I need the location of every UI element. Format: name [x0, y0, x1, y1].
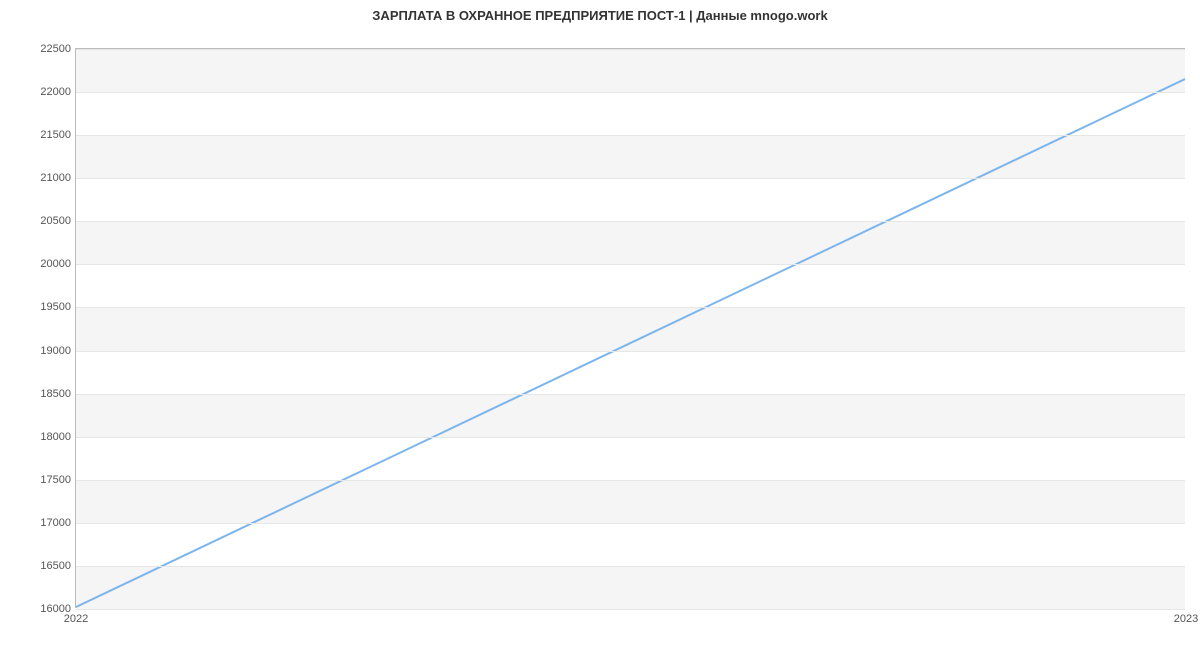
grid-line: [76, 480, 1185, 481]
grid-line: [76, 221, 1185, 222]
y-tick-label: 17500: [26, 474, 71, 486]
grid-line: [76, 264, 1185, 265]
y-tick-label: 18000: [26, 431, 71, 443]
y-tick-label: 20000: [26, 258, 71, 270]
x-tick-label: 2023: [1174, 613, 1198, 625]
chart-title: ЗАРПЛАТА В ОХРАННОЕ ПРЕДПРИЯТИЕ ПОСТ-1 |…: [0, 8, 1200, 23]
y-tick-label: 19500: [26, 301, 71, 313]
grid-line: [76, 178, 1185, 179]
y-tick-label: 18500: [26, 388, 71, 400]
grid-line: [76, 49, 1185, 50]
grid-line: [76, 566, 1185, 567]
data-line: [76, 79, 1185, 607]
y-tick-label: 20500: [26, 215, 71, 227]
grid-line: [76, 394, 1185, 395]
y-tick-label: 21000: [26, 172, 71, 184]
grid-line: [76, 523, 1185, 524]
grid-line: [76, 351, 1185, 352]
y-tick-label: 17000: [26, 517, 71, 529]
grid-line: [76, 437, 1185, 438]
x-tick-label: 2022: [64, 613, 88, 625]
grid-line: [76, 307, 1185, 308]
y-tick-label: 22000: [26, 86, 71, 98]
grid-line: [76, 609, 1185, 610]
y-tick-label: 16500: [26, 560, 71, 572]
y-tick-label: 22500: [26, 43, 71, 55]
y-tick-label: 21500: [26, 129, 71, 141]
grid-line: [76, 135, 1185, 136]
grid-line: [76, 92, 1185, 93]
chart-container: ЗАРПЛАТА В ОХРАННОЕ ПРЕДПРИЯТИЕ ПОСТ-1 |…: [0, 0, 1200, 650]
y-tick-label: 19000: [26, 345, 71, 357]
plot-area: 1600016500170001750018000185001900019500…: [75, 48, 1185, 608]
